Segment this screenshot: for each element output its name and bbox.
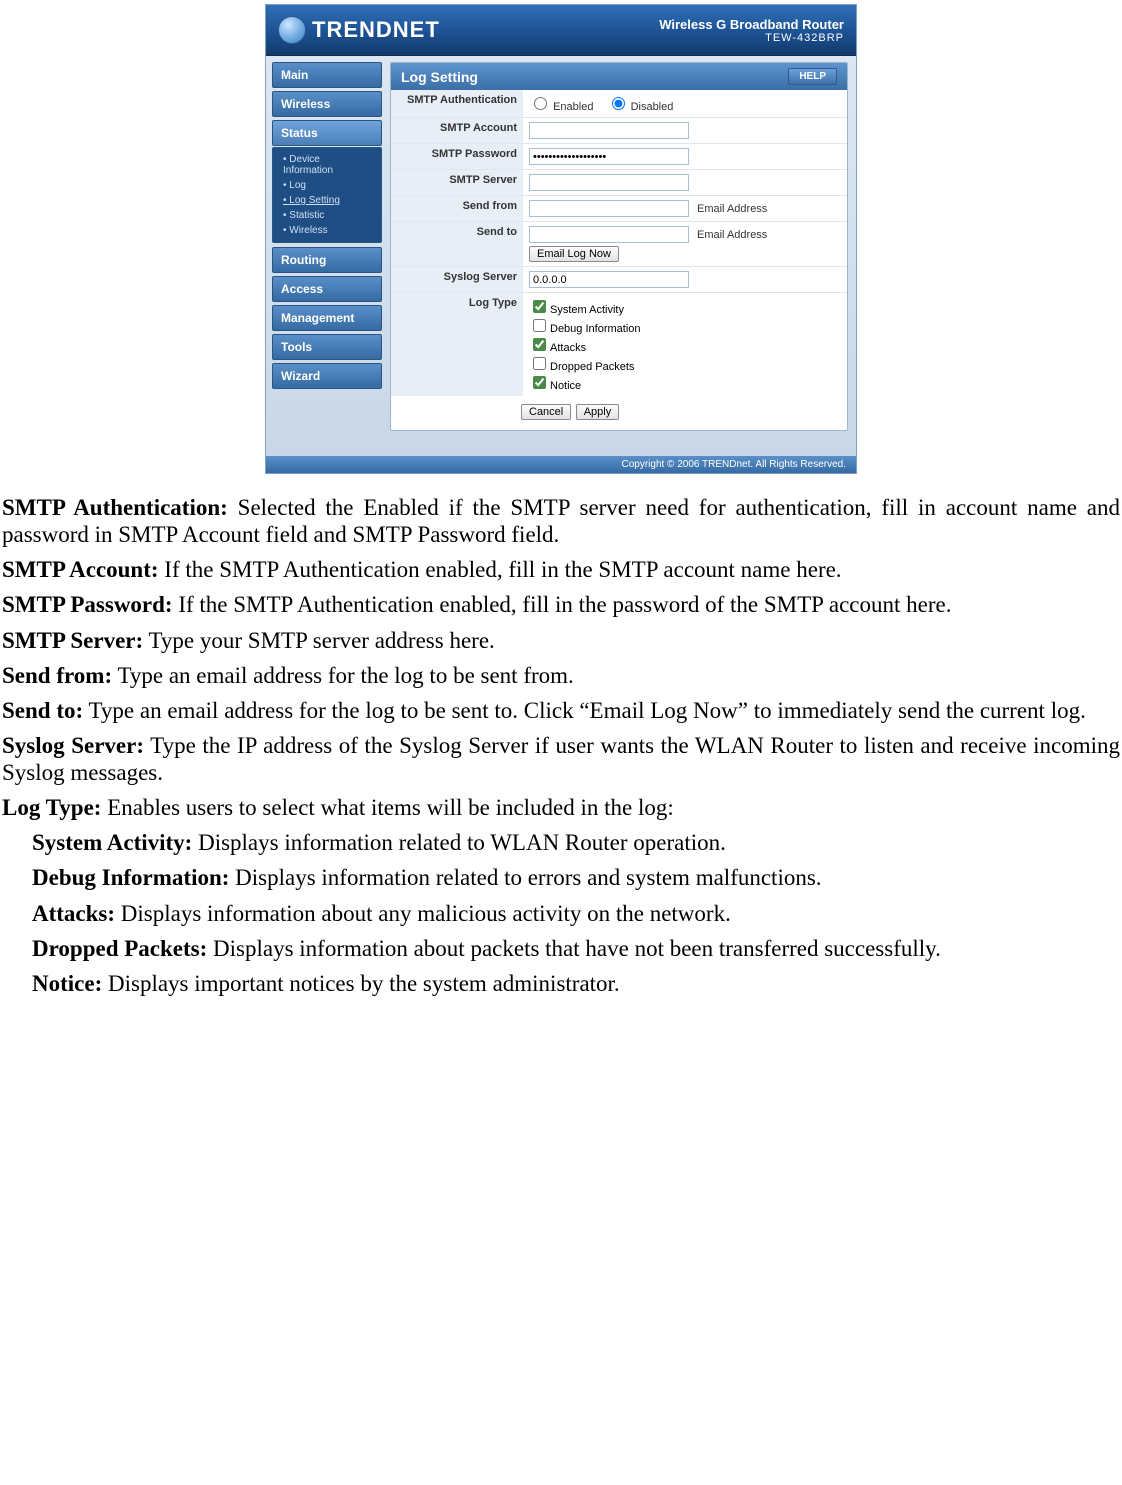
label-smtp-account: SMTP Account — [391, 118, 523, 144]
chk-dropped-label[interactable]: Dropped Packets — [529, 361, 634, 373]
chk-attacks-label[interactable]: Attacks — [529, 342, 586, 354]
chk-notice-label[interactable]: Notice — [529, 380, 581, 392]
documentation-text: SMTP Authentication: Selected the Enable… — [0, 494, 1122, 997]
brand-text: TRENDNET — [312, 17, 440, 43]
label-log-type: Log Type — [391, 293, 523, 397]
device-title: Wireless G Broadband Router TEW-432BRP — [659, 17, 844, 44]
chk-system[interactable] — [533, 300, 546, 313]
label-syslog-server: Syslog Server — [391, 267, 523, 293]
s2-text: Displays information related to errors a… — [229, 865, 821, 890]
s2-label: Debug Information: — [32, 865, 229, 890]
radio-enabled-label[interactable]: Enabled — [529, 101, 593, 113]
p5-label: Send from: — [2, 663, 112, 688]
router-header: TRENDNET Wireless G Broadband Router TEW… — [266, 5, 856, 56]
router-footer: Copyright © 2006 TRENDnet. All Rights Re… — [266, 456, 856, 473]
main-panel: Log Setting HELP SMTP Authentication Ena… — [386, 56, 856, 456]
s4-text: Displays information about packets that … — [207, 936, 941, 961]
syslog-server-input[interactable] — [529, 271, 689, 288]
p8-label: Log Type: — [2, 795, 101, 820]
p3-text: If the SMTP Authentication enabled, fill… — [173, 592, 952, 617]
p5-text: Type an email address for the log to be … — [112, 663, 574, 688]
chk-attacks[interactable] — [533, 338, 546, 351]
chk-dropped[interactable] — [533, 357, 546, 370]
p2-label: SMTP Account: — [2, 557, 159, 582]
label-send-from: Send from — [391, 196, 523, 222]
subnav-log-setting[interactable]: • Log Setting — [279, 193, 375, 208]
subnav-wireless[interactable]: • Wireless — [279, 223, 375, 238]
p7-text: Type the IP address of the Syslog Server… — [2, 733, 1120, 785]
hint-from: Email Address — [697, 203, 767, 215]
chk-system-label[interactable]: System Activity — [529, 304, 624, 316]
p8-text: Enables users to select what items will … — [101, 795, 673, 820]
nav-wireless[interactable]: Wireless — [272, 91, 382, 117]
label-smtp-server: SMTP Server — [391, 170, 523, 196]
subnav-device-info[interactable]: • Device Information — [279, 152, 375, 178]
globe-icon — [278, 16, 306, 44]
subnav-statistic[interactable]: • Statistic — [279, 208, 375, 223]
radio-disabled-label[interactable]: Disabled — [607, 101, 674, 113]
subnav-log[interactable]: • Log — [279, 178, 375, 193]
sidebar: Main Wireless Status • Device Informatio… — [266, 56, 386, 456]
s5-text: Displays important notices by the system… — [102, 971, 619, 996]
p1-label: SMTP Authentication: — [2, 495, 228, 520]
smtp-password-input[interactable] — [529, 148, 689, 165]
p4-label: SMTP Server: — [2, 628, 143, 653]
s3-text: Displays information about any malicious… — [115, 901, 731, 926]
chk-notice[interactable] — [533, 376, 546, 389]
email-log-now-button[interactable]: Email Log Now — [529, 246, 619, 262]
help-button[interactable]: HELP — [788, 68, 837, 85]
s5-label: Notice: — [32, 971, 102, 996]
p2-text: If the SMTP Authentication enabled, fill… — [159, 557, 842, 582]
p4-text: Type your SMTP server address here. — [143, 628, 495, 653]
p7-label: Syslog Server: — [2, 733, 144, 758]
cancel-button[interactable]: Cancel — [521, 404, 571, 420]
s1-text: Displays information related to WLAN Rou… — [192, 830, 726, 855]
chk-debug-label[interactable]: Debug Information — [529, 323, 641, 335]
status-submenu: • Device Information • Log • Log Setting… — [272, 147, 382, 243]
nav-status[interactable]: Status — [272, 120, 382, 146]
radio-enabled[interactable] — [534, 97, 547, 110]
smtp-server-input[interactable] — [529, 174, 689, 191]
brand: TRENDNET — [278, 16, 440, 44]
send-from-input[interactable] — [529, 200, 689, 217]
p6-label: Send to: — [2, 698, 83, 723]
device-model: TEW-432BRP — [659, 32, 844, 44]
s1-label: System Activity: — [32, 830, 192, 855]
nav-routing[interactable]: Routing — [272, 247, 382, 273]
hint-to: Email Address — [697, 229, 767, 241]
s3-label: Attacks: — [32, 901, 115, 926]
panel-title: Log Setting — [401, 69, 478, 85]
nav-access[interactable]: Access — [272, 276, 382, 302]
label-smtp-password: SMTP Password — [391, 144, 523, 170]
chk-debug[interactable] — [533, 319, 546, 332]
radio-disabled[interactable] — [612, 97, 625, 110]
send-to-input[interactable] — [529, 226, 689, 243]
label-send-to: Send to — [391, 222, 523, 267]
label-smtp-auth: SMTP Authentication — [391, 90, 523, 118]
router-admin-window: TRENDNET Wireless G Broadband Router TEW… — [265, 4, 857, 474]
p6-text: Type an email address for the log to be … — [83, 698, 1086, 723]
nav-main[interactable]: Main — [272, 62, 382, 88]
nav-wizard[interactable]: Wizard — [272, 363, 382, 389]
nav-tools[interactable]: Tools — [272, 334, 382, 360]
apply-button[interactable]: Apply — [576, 404, 620, 420]
nav-management[interactable]: Management — [272, 305, 382, 331]
s4-label: Dropped Packets: — [32, 936, 207, 961]
device-name: Wireless G Broadband Router — [659, 17, 844, 32]
smtp-account-input[interactable] — [529, 122, 689, 139]
p3-label: SMTP Password: — [2, 592, 173, 617]
